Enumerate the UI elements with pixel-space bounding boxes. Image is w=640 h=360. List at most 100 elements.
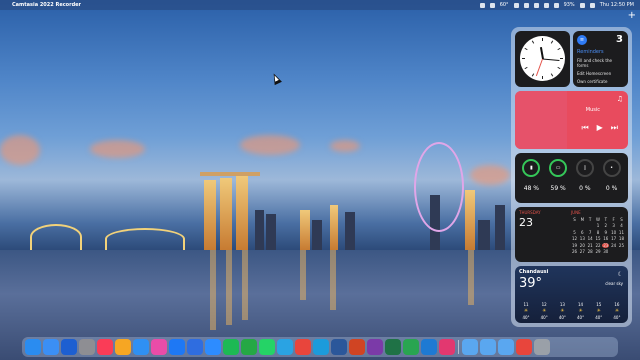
search-icon[interactable] (589, 2, 595, 8)
forecast-temp: 40° (540, 315, 548, 320)
app-store-icon[interactable] (169, 339, 185, 355)
batteries-widget[interactable]: ▮ 48 % ▭ 59 % ▯ 0 % • 0 % (515, 153, 628, 203)
weekday-header: W (596, 216, 600, 222)
calendar-date-cell: 21 (587, 242, 593, 248)
temperature-status[interactable]: 60° (500, 2, 509, 8)
battery-percentage[interactable]: 93% (564, 2, 575, 8)
forecast-hour: 12 (541, 302, 547, 307)
music-icon[interactable] (97, 339, 113, 355)
battery-percent: 59 % (550, 185, 566, 192)
music-note-icon: ♫ (616, 95, 623, 103)
forecast-temp: 40° (577, 315, 585, 320)
finder-icon[interactable] (25, 339, 41, 355)
calendar-date-cell: 13 (579, 236, 585, 241)
folder-icon[interactable] (462, 339, 478, 355)
keyboard-icon: ▭ (549, 159, 568, 177)
calendar-date-cell: 19 (571, 242, 578, 248)
battery-percent: 0 % (579, 185, 591, 192)
reflection (210, 250, 216, 330)
sun-icon: ☀ (541, 308, 547, 314)
calendar-date-cell: 28 (587, 249, 593, 254)
battery-icon[interactable] (579, 2, 585, 8)
screen-record-icon[interactable] (516, 339, 532, 355)
second-hand (535, 58, 543, 76)
reminder-item[interactable]: Edit Homescreen (577, 71, 624, 76)
chrome-icon[interactable] (295, 339, 311, 355)
calendar-day: 23 (519, 216, 533, 229)
calendar-icon[interactable] (61, 339, 77, 355)
building (204, 180, 216, 250)
calendar-date-cell: 26 (571, 249, 578, 254)
reflection (300, 250, 306, 300)
add-widget-plus-icon[interactable]: + (628, 10, 636, 21)
next-track-icon[interactable]: ⏭ (611, 123, 618, 133)
reminders-widget[interactable]: ≡ 3 Reminders Fill and check the forms E… (573, 31, 628, 87)
control-center-icon[interactable] (553, 2, 559, 8)
safari-icon[interactable] (133, 339, 149, 355)
calendar-date-cell: 27 (579, 249, 585, 254)
garden-dome (30, 224, 82, 250)
calendar-widget[interactable]: THURSDAY 23 JUNE S M T W T F S 1 2 3 4 5 6 7 8 9 10 11 12 1… (515, 207, 628, 262)
sun-icon: ☀ (523, 308, 529, 314)
games-icon[interactable] (151, 339, 167, 355)
calendar-date-cell: 24 (611, 242, 617, 248)
hourly-forecast-item: 16 ☀ 40° (609, 302, 625, 320)
calendar-date-cell: 29 (595, 249, 601, 254)
hourly-forecast-item: 11 ☀ 40° (518, 302, 534, 320)
previous-track-icon[interactable]: ⏮ (581, 123, 588, 133)
building (345, 212, 355, 250)
widget-panel: ≡ 3 Reminders Fill and check the forms E… (511, 27, 632, 327)
play-icon[interactable]: ▶ (597, 123, 603, 133)
keynote-icon[interactable] (187, 339, 203, 355)
camtasia-icon[interactable] (403, 339, 419, 355)
powerpoint-icon[interactable] (349, 339, 365, 355)
reminder-item[interactable]: Fill and check the forms (577, 58, 624, 68)
status-icon[interactable] (513, 2, 519, 8)
word-icon[interactable] (331, 339, 347, 355)
battery-percent: 48 % (523, 185, 539, 192)
trash-icon[interactable] (534, 339, 550, 355)
calendar-date-cell: 4 (620, 223, 623, 228)
calendar-date-cell: 10 (611, 229, 617, 235)
system-preferences-icon[interactable] (79, 339, 95, 355)
status-icon[interactable] (533, 2, 539, 8)
folder-2-icon[interactable] (480, 339, 496, 355)
forecast-temp: 40° (522, 315, 530, 320)
battery-item: ▯ 0 % (573, 157, 597, 199)
excel-icon[interactable] (385, 339, 401, 355)
xcode-icon[interactable] (241, 339, 257, 355)
status-icon[interactable] (479, 2, 485, 8)
vscode-icon[interactable] (421, 339, 437, 355)
reflection (330, 250, 336, 310)
music-widget[interactable]: ♫ Music ⏮ ▶ ⏭ (515, 91, 628, 149)
mail-icon[interactable] (43, 339, 59, 355)
whatsapp-icon[interactable] (259, 339, 275, 355)
intellij-icon[interactable] (439, 339, 455, 355)
telegram-icon[interactable] (277, 339, 293, 355)
menu-clock[interactable]: Thu 12:50 PM (600, 2, 634, 8)
onenote-icon[interactable] (367, 339, 383, 355)
reminder-item[interactable]: Own certificate (577, 79, 624, 84)
calendar-date-cell: 11 (618, 229, 625, 235)
downloads-icon[interactable] (498, 339, 514, 355)
spotify-icon[interactable] (223, 339, 239, 355)
status-icon[interactable] (489, 2, 495, 8)
skypark (200, 172, 260, 176)
forecast-hour: 13 (559, 302, 565, 307)
hourly-forecast-item: 14 ☀ 40° (573, 302, 589, 320)
status-icon[interactable] (523, 2, 529, 8)
wifi-icon[interactable] (543, 2, 549, 8)
zoom-icon[interactable] (205, 339, 221, 355)
battery-item: ▭ 59 % (546, 157, 570, 199)
clock-widget[interactable] (515, 31, 570, 87)
active-app-name[interactable]: Camtasia 2022 Recorder (12, 2, 81, 8)
calendar-date-cell: 8 (596, 229, 600, 235)
photos-icon[interactable] (115, 339, 131, 355)
calendar-date-cell: 20 (579, 242, 585, 248)
weather-widget[interactable]: Chandausi 39° ☾ clear sky 11 ☀ 40° 12 ☀ 40° 13… (515, 266, 628, 323)
edge-icon[interactable] (313, 339, 329, 355)
building (300, 210, 310, 250)
forecast-temp: 40° (613, 315, 621, 320)
forecast-hour: 15 (596, 302, 602, 307)
hourly-forecast-item: 12 ☀ 40° (536, 302, 552, 320)
